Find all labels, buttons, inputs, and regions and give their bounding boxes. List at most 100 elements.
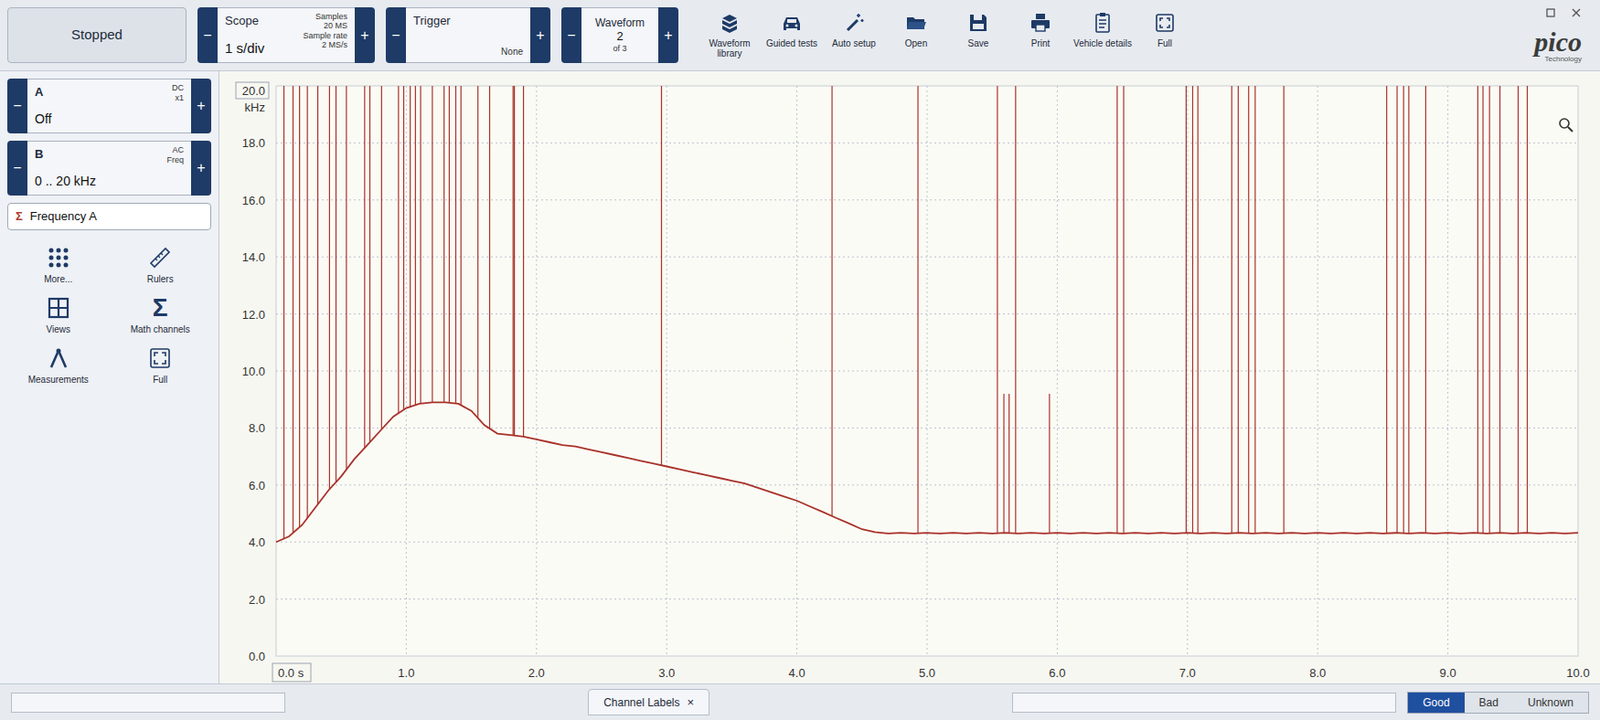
toolbar-tool-button[interactable]: Auto setup	[824, 7, 884, 49]
side-tool-button[interactable]: Rulers	[109, 245, 213, 285]
timebase-value: 1 s/div	[224, 38, 265, 60]
channel-box[interactable]: AOffDCx1	[27, 78, 192, 134]
minus-label: −	[12, 95, 22, 118]
grid-line	[276, 542, 1579, 544]
frequency-spike	[1254, 85, 1256, 534]
grid-line	[1317, 85, 1319, 657]
frequency-spike	[1386, 85, 1387, 534]
axis-label-box	[272, 663, 311, 683]
channel-minus-button[interactable]: −	[7, 78, 28, 134]
toolbar-tool-button[interactable]: Print	[1011, 7, 1070, 49]
tool-label: Vehicle details	[1073, 38, 1132, 49]
x-tick-label: 0.0 s	[277, 666, 305, 681]
waveform-count: of 3	[612, 43, 627, 54]
frequency-spike	[431, 85, 433, 403]
toolbar-tool-button[interactable]: Guided tests	[762, 7, 822, 49]
frequency-spike	[1526, 85, 1528, 534]
restore-icon[interactable]	[1545, 7, 1557, 19]
trigger-box[interactable]: Trigger None	[405, 7, 531, 64]
channel-labels-tab[interactable]: Channel Labels ×	[587, 689, 710, 717]
rating-option[interactable]: Bad	[1464, 693, 1514, 714]
y-tick-label: 18.0	[242, 136, 266, 150]
tool-label: Print	[1031, 38, 1051, 49]
run-button-label: Stopped	[71, 24, 123, 46]
trigger-plus-button[interactable]: +	[530, 7, 551, 64]
waveform-minus-button[interactable]: −	[561, 7, 582, 64]
scope-box[interactable]: Scope 1 s/div Samples 20 MS Sample rate …	[217, 7, 355, 64]
y-tick-label: 10.0	[242, 364, 266, 379]
waveform-plus-button[interactable]: +	[658, 7, 679, 64]
frequency-spike	[317, 85, 319, 505]
frequency-chart[interactable]: 20.018.016.014.012.010.08.06.04.02.00.0k…	[219, 71, 1600, 684]
zoom-icon[interactable]	[1557, 117, 1575, 134]
logo-subtitle: Technology	[1545, 55, 1582, 64]
print-icon	[1028, 10, 1053, 35]
side-tool-label: Views	[46, 324, 72, 335]
minus-label: −	[391, 24, 400, 47]
grid-line	[1056, 85, 1058, 657]
scope-title: Scope	[224, 11, 265, 31]
rating-option[interactable]: Good	[1408, 693, 1464, 714]
notes-field[interactable]	[10, 693, 286, 714]
wand-icon	[842, 10, 866, 35]
side-tool-button[interactable]: Full	[109, 345, 213, 385]
run-button[interactable]: Stopped	[7, 7, 187, 64]
toolbar-tool-button[interactable]: Full	[1135, 7, 1195, 49]
scope-minus-button[interactable]: −	[197, 7, 218, 64]
toolbar-tool-button[interactable]: Open	[886, 7, 946, 49]
picoscope-window: Stopped − Scope 1 s/div Samples 20 MS Sa…	[0, 0, 1600, 720]
side-tool-button[interactable]: ΣMath channels	[109, 295, 213, 335]
channel-minus-button[interactable]: −	[7, 140, 28, 196]
channel-plus-button[interactable]: +	[191, 140, 212, 196]
frequency-spike	[403, 85, 405, 410]
description-field[interactable]	[1012, 693, 1397, 714]
minus-label: −	[202, 24, 212, 47]
trigger-minus-button[interactable]: −	[385, 7, 406, 64]
waveform-box[interactable]: Waveform 2 of 3	[581, 7, 659, 64]
y-tick-label: 20.0	[242, 84, 266, 98]
channel-plus-button[interactable]: +	[191, 78, 212, 134]
plot-area	[276, 85, 1579, 657]
frequency-spike	[1283, 85, 1285, 534]
frequency-spike	[1122, 85, 1124, 534]
grid-line	[666, 85, 668, 657]
side-tool-label: Full	[152, 374, 168, 385]
frequency-spike	[1425, 85, 1427, 534]
toolbar: Stopped − Scope 1 s/div Samples 20 MS Sa…	[0, 0, 1600, 72]
x-tick-label: 1.0	[397, 666, 415, 681]
y-tick-label: 16.0	[242, 193, 266, 208]
close-icon[interactable]	[1570, 7, 1582, 19]
toolbar-tool-button[interactable]: Vehicle details	[1073, 7, 1132, 49]
status-bar: Channel Labels × GoodBadUnknown	[0, 683, 1600, 720]
frequency-spike	[283, 85, 285, 539]
fullscreen-icon	[147, 345, 173, 372]
channel-box[interactable]: B0 .. 20 kHzACFreq	[27, 140, 192, 196]
frequency-spike	[345, 85, 347, 470]
scope-plus-button[interactable]: +	[354, 7, 375, 64]
x-tick-label: 5.0	[918, 666, 936, 681]
frequency-spike	[1517, 85, 1519, 534]
math-channel-button[interactable]: Σ Frequency A	[7, 202, 212, 231]
y-tick-label: 14.0	[242, 250, 266, 265]
frequency-spike	[419, 85, 421, 405]
x-tick-label: 9.0	[1440, 666, 1457, 681]
rating-option[interactable]: Unknown	[1513, 693, 1589, 714]
toolbar-tool-button[interactable]: Save	[949, 7, 1008, 49]
side-tool-button[interactable]: More...	[7, 245, 110, 285]
side-tool-button[interactable]: Views	[7, 295, 110, 335]
side-tools: More...Rulers Views ΣMath channels Measurem…	[7, 237, 212, 385]
grid-line	[276, 427, 1579, 429]
frequency-spike	[443, 85, 445, 403]
views-icon	[45, 295, 72, 321]
frequency-spike	[1008, 394, 1010, 534]
y-tick-label: 6.0	[248, 479, 266, 493]
tab-close[interactable]: ×	[687, 693, 695, 713]
window-controls	[1545, 7, 1582, 19]
frequency-spike	[369, 85, 371, 443]
axis-label-box	[235, 82, 269, 99]
frequency-spike	[448, 85, 450, 404]
side-tool-button[interactable]: Measurements	[7, 345, 110, 385]
save-icon	[966, 10, 991, 35]
toolbar-tool-button[interactable]: Waveform library	[700, 7, 759, 59]
toolbar-tools: Waveform libraryGuided testsAuto setupOp…	[700, 7, 1195, 64]
